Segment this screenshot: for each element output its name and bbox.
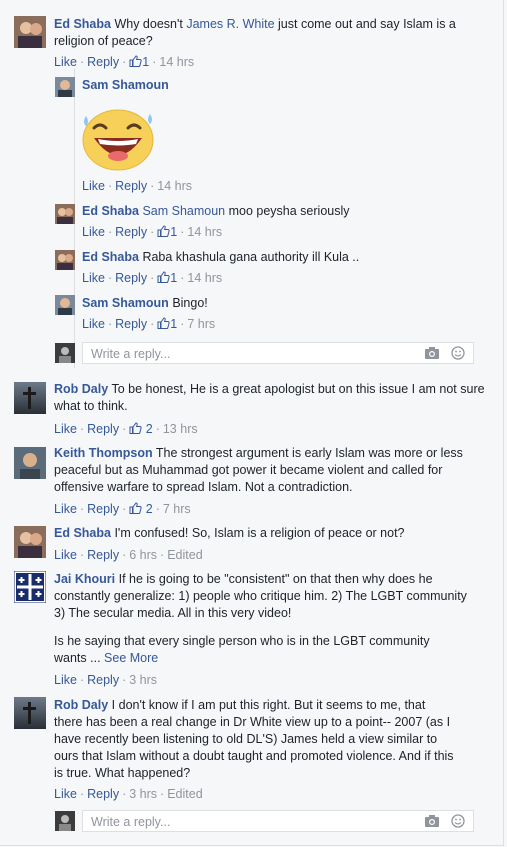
reply-input[interactable]: [89, 345, 393, 363]
avatar-photo-icon: [14, 697, 46, 729]
reply-box: [82, 342, 474, 364]
avatar-photo-icon: [55, 343, 75, 363]
avatar[interactable]: [14, 526, 46, 558]
timestamp[interactable]: 14 hrs: [187, 225, 222, 239]
comment-author[interactable]: Ed Shaba: [82, 204, 139, 218]
like-link[interactable]: Like: [82, 317, 105, 331]
thumbs-up-icon[interactable]: [157, 317, 170, 329]
comment-text: Why doesn't: [114, 17, 187, 31]
timestamp[interactable]: 3 hrs: [129, 673, 157, 687]
avatar-photo-icon: [55, 250, 75, 270]
avatar[interactable]: [14, 16, 46, 48]
timestamp[interactable]: 3 hrs: [129, 787, 157, 801]
camera-icon[interactable]: [424, 814, 440, 828]
avatar[interactable]: [55, 250, 75, 270]
camera-icon[interactable]: [424, 346, 440, 360]
comment-author[interactable]: Sam Shamoun: [82, 78, 169, 92]
reply-link[interactable]: Reply: [87, 787, 119, 801]
avatar[interactable]: [14, 697, 46, 729]
mention-link[interactable]: James R. White: [186, 17, 274, 31]
thumbs-up-icon[interactable]: [129, 55, 142, 67]
like-link[interactable]: Like: [82, 179, 105, 193]
like-link[interactable]: Like: [54, 502, 77, 516]
avatar[interactable]: [55, 295, 75, 315]
like-link[interactable]: Like: [54, 548, 77, 562]
emoji-icon[interactable]: [451, 346, 465, 360]
reaction-count[interactable]: 2: [146, 422, 153, 436]
thumbs-up-icon[interactable]: [129, 502, 142, 514]
avatar-photo-icon: [55, 77, 75, 97]
comment-author[interactable]: Ed Shaba: [54, 526, 111, 540]
see-more-link[interactable]: See More: [104, 651, 158, 665]
reply-box: [82, 810, 474, 832]
avatar-photo-icon: [55, 204, 75, 224]
reply-link[interactable]: Reply: [115, 225, 147, 239]
reply-link[interactable]: Reply: [87, 502, 119, 516]
laughing-emoji-sticker: [80, 104, 162, 172]
reaction-count[interactable]: 2: [146, 502, 153, 516]
avatar-photo-icon: [14, 447, 46, 479]
comment-author[interactable]: Sam Shamoun: [82, 296, 169, 310]
comment-text: I'm confused! So, Islam is a religion of…: [114, 526, 405, 540]
edited-label[interactable]: Edited: [167, 548, 202, 562]
comment-text: Raba khashula gana authority ill Kula ..: [142, 250, 360, 264]
avatar[interactable]: [55, 204, 75, 224]
comment-text: To be honest, He is a great apologist bu…: [54, 382, 485, 413]
comment-author[interactable]: Ed Shaba: [82, 250, 139, 264]
avatar[interactable]: [14, 447, 46, 479]
timestamp[interactable]: 14 hrs: [187, 271, 222, 285]
timestamp[interactable]: 13 hrs: [163, 422, 198, 436]
avatar-photo-icon: [14, 16, 46, 48]
timestamp[interactable]: 7 hrs: [163, 502, 191, 516]
comment-author[interactable]: Rob Daly: [54, 382, 108, 396]
avatar[interactable]: [14, 571, 46, 603]
avatar[interactable]: [55, 77, 75, 97]
reply-link[interactable]: Reply: [115, 317, 147, 331]
reply-link[interactable]: Reply: [87, 673, 119, 687]
comment-text: If he is going to be "consistent" on tha…: [54, 572, 467, 620]
comment-author[interactable]: Rob Daly: [54, 698, 108, 712]
like-link[interactable]: Like: [54, 787, 77, 801]
comment-author[interactable]: Jai Khouri: [54, 572, 115, 586]
current-user-avatar: [55, 811, 75, 831]
reply-input[interactable]: [89, 813, 393, 831]
reply-link[interactable]: Reply: [87, 55, 119, 69]
laughing-emoji-icon: [82, 109, 154, 171]
comment-text: Bingo!: [172, 296, 208, 310]
reply-link[interactable]: Reply: [115, 271, 147, 285]
like-link[interactable]: Like: [82, 225, 105, 239]
avatar[interactable]: [14, 382, 46, 414]
comment-text: moo peysha seriously: [225, 204, 350, 218]
avatar-photo-icon: [55, 811, 75, 831]
current-user-avatar: [55, 343, 75, 363]
timestamp[interactable]: 7 hrs: [187, 317, 215, 331]
timestamp[interactable]: 14 hrs: [157, 179, 192, 193]
comment-author[interactable]: Ed Shaba: [54, 17, 111, 31]
like-link[interactable]: Like: [54, 422, 77, 436]
thumbs-up-icon[interactable]: [157, 271, 170, 283]
reply-link[interactable]: Reply: [115, 179, 147, 193]
comment-text: I don't know if I am put this right. But…: [54, 698, 454, 780]
thumbs-up-icon[interactable]: [157, 225, 170, 237]
like-link[interactable]: Like: [82, 271, 105, 285]
reply-link[interactable]: Reply: [87, 548, 119, 562]
emoji-icon[interactable]: [451, 814, 465, 828]
edited-label[interactable]: Edited: [167, 787, 202, 801]
thumbs-up-icon[interactable]: [129, 422, 142, 434]
timestamp[interactable]: 6 hrs: [129, 548, 157, 562]
comment-author[interactable]: Keith Thompson: [54, 446, 153, 460]
like-link[interactable]: Like: [54, 673, 77, 687]
mention-link[interactable]: Sam Shamoun: [142, 204, 225, 218]
avatar-photo-icon: [14, 382, 46, 414]
timestamp[interactable]: 14 hrs: [159, 55, 194, 69]
reply-link[interactable]: Reply: [87, 422, 119, 436]
avatar-photo-icon: [14, 526, 46, 558]
like-link[interactable]: Like: [54, 55, 77, 69]
avatar-cross-icon: [14, 571, 46, 603]
avatar-photo-icon: [55, 295, 75, 315]
